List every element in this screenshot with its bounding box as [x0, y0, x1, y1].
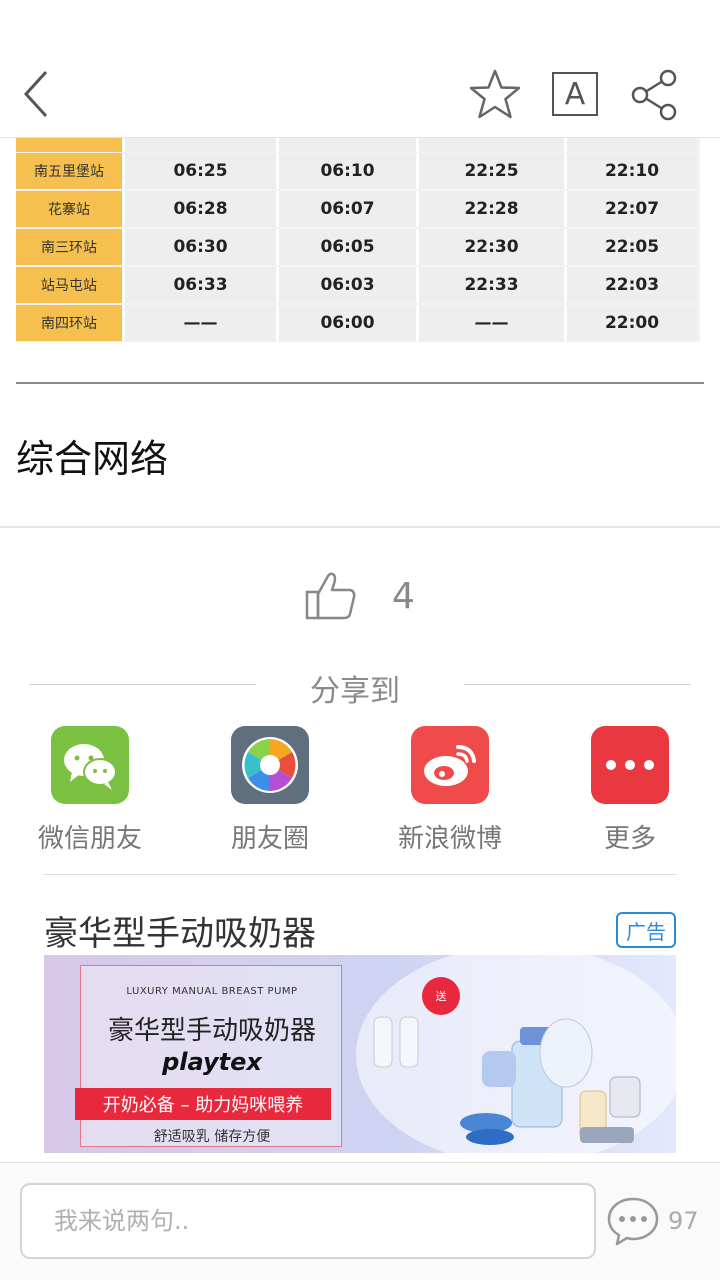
- product-image: [373, 1016, 641, 1145]
- timetable-image: 南五里堡站 06:25 06:10 22:25 22:10 花寨站 06:28 …: [16, 138, 700, 342]
- time-cell: 06:28: [122, 191, 276, 227]
- time-cell: 06:03: [276, 267, 416, 303]
- table-row: 南三环站 06:30 06:05 22:30 22:05: [16, 229, 697, 265]
- time-cell: 22:07: [564, 191, 697, 227]
- ad-brand: playtex: [162, 1048, 262, 1076]
- section-separator: [0, 526, 720, 528]
- chevron-left-icon[interactable]: [18, 68, 58, 120]
- time-cell: 06:33: [122, 267, 276, 303]
- share-weibo-button[interactable]: 新浪微博: [380, 726, 520, 855]
- font-size-button[interactable]: A: [552, 72, 598, 116]
- weibo-icon: [411, 726, 489, 804]
- ad-english-title: LUXURY MANUAL BREAST PUMP: [126, 986, 298, 997]
- time-cell: 06:25: [122, 153, 276, 189]
- time-cell: ——: [416, 305, 564, 341]
- share-icon[interactable]: [628, 68, 682, 122]
- share-name: 微信朋友: [37, 824, 142, 854]
- ad-title[interactable]: 豪华型手动吸奶器: [44, 906, 316, 955]
- ad-badge: 广告: [616, 912, 676, 948]
- time-cell: 22:33: [416, 267, 564, 303]
- divider-line: [44, 874, 676, 875]
- section-title: 综合网络: [16, 437, 169, 481]
- top-bar: A: [0, 0, 720, 138]
- comment-bubble-icon[interactable]: [606, 1195, 660, 1247]
- table-row: 南五里堡站 06:25 06:10 22:25 22:10: [16, 153, 697, 189]
- share-wechat-button[interactable]: 微信朋友: [20, 726, 160, 855]
- time-cell: 06:07: [276, 191, 416, 227]
- ad-subtitle: 舒适吸乳 储存方便: [153, 1129, 271, 1145]
- share-name: 新浪微博: [397, 824, 502, 854]
- content-divider: [16, 382, 704, 384]
- thumbs-up-icon[interactable]: [304, 570, 358, 622]
- share-moments-button[interactable]: 朋友圈: [200, 726, 340, 855]
- font-size-label: A: [564, 76, 586, 112]
- star-outline-icon[interactable]: [468, 68, 522, 122]
- wechat-icon: [51, 726, 129, 804]
- time-cell: 06:00: [276, 305, 416, 341]
- time-cell: 22:10: [564, 153, 697, 189]
- moments-icon: [231, 726, 309, 804]
- ad-slogan: 开奶必备 – 助力妈咪喂养: [75, 1088, 331, 1120]
- table-row: 南四环站 —— 06:00 —— 22:00: [16, 305, 697, 341]
- share-name: 朋友圈: [230, 824, 309, 854]
- time-cell: ——: [122, 305, 276, 341]
- time-cell: 22:30: [416, 229, 564, 265]
- time-cell: 22:03: [564, 267, 697, 303]
- comment-input[interactable]: [20, 1183, 596, 1259]
- comment-count: 97: [668, 1207, 699, 1235]
- station-name: 南三环站: [16, 229, 122, 265]
- like-count: 4: [392, 576, 415, 617]
- share-label: 分享到: [310, 674, 400, 709]
- divider-line: [464, 684, 690, 685]
- share-name: 更多: [603, 824, 656, 854]
- ad-chinese-title: 豪华型手动吸奶器: [107, 1016, 316, 1046]
- table-row: [16, 138, 697, 152]
- divider-line: [30, 684, 256, 685]
- ad-banner-image[interactable]: LUXURY MANUAL BREAST PUMP 豪华型手动吸奶器 playt…: [44, 955, 676, 1153]
- table-row: 站马屯站 06:33 06:03 22:33 22:03: [16, 267, 697, 303]
- ad-gift-badge: 送: [422, 977, 460, 1015]
- time-cell: 06:05: [276, 229, 416, 265]
- share-more-button[interactable]: 更多: [560, 726, 700, 855]
- time-cell: 06:10: [276, 153, 416, 189]
- time-cell: 22:28: [416, 191, 564, 227]
- station-name: 南五里堡站: [16, 153, 122, 189]
- ad-text-card: LUXURY MANUAL BREAST PUMP 豪华型手动吸奶器 playt…: [75, 965, 342, 1147]
- time-cell: 22:05: [564, 229, 697, 265]
- time-cell: 06:30: [122, 229, 276, 265]
- time-cell: 22:00: [564, 305, 697, 341]
- station-name: 站马屯站: [16, 267, 122, 303]
- table-row: 花寨站 06:28 06:07 22:28 22:07: [16, 191, 697, 227]
- station-name: 南四环站: [16, 305, 122, 341]
- time-cell: 22:25: [416, 153, 564, 189]
- station-name: 花寨站: [16, 191, 122, 227]
- more-icon: [591, 726, 669, 804]
- comment-bar: 97: [0, 1162, 720, 1280]
